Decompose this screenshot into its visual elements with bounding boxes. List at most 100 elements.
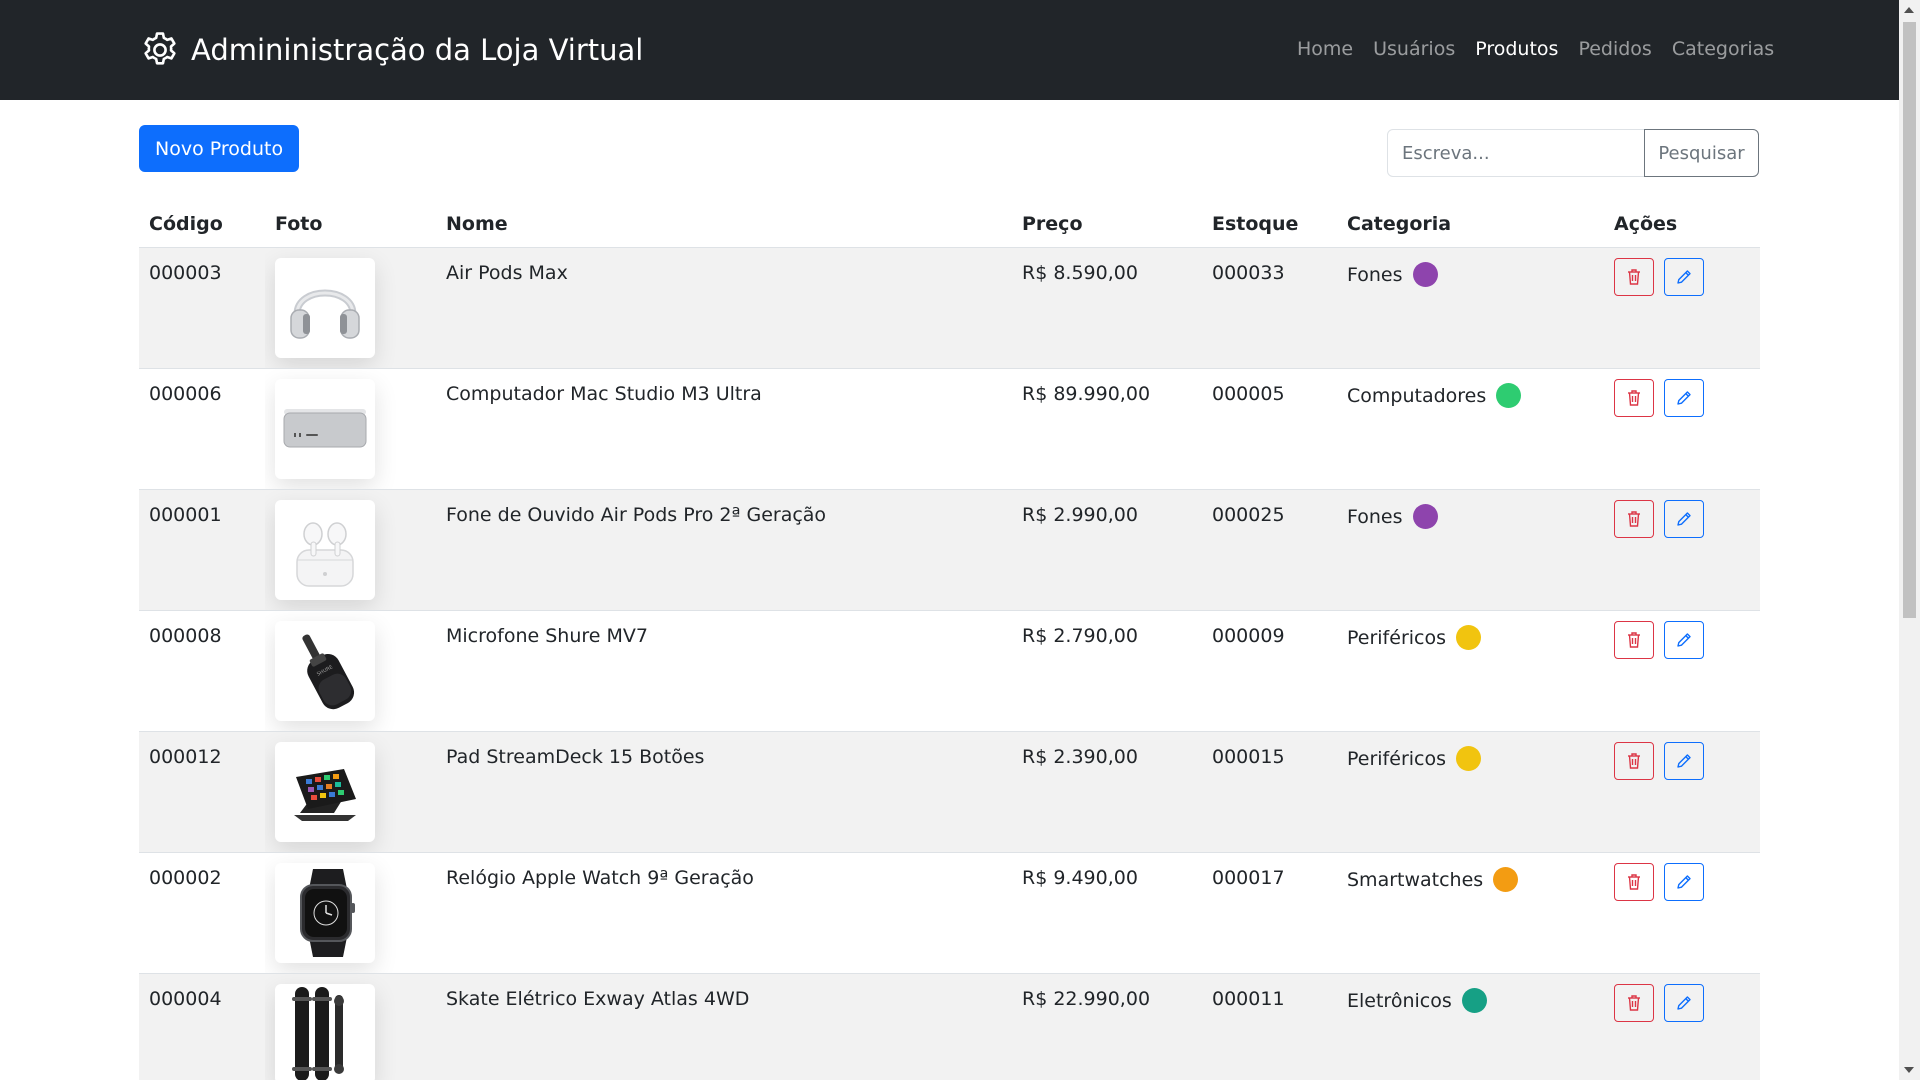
category-color-dot	[1456, 625, 1481, 650]
product-price: R$ 9.490,00	[1022, 867, 1138, 889]
header-foto: Foto	[275, 213, 323, 235]
product-code: 000002	[149, 867, 222, 889]
product-name: Fone de Ouvido Air Pods Pro 2ª Geração	[446, 504, 827, 526]
delete-button[interactable]	[1614, 379, 1654, 417]
product-stock: 000009	[1212, 625, 1285, 647]
product-code: 000004	[149, 988, 222, 1010]
edit-button[interactable]	[1664, 379, 1704, 417]
delete-button[interactable]	[1614, 258, 1654, 296]
search-button[interactable]: Pesquisar	[1644, 129, 1759, 177]
product-code: 000003	[149, 262, 222, 284]
new-product-button[interactable]: Novo Produto	[139, 125, 300, 172]
product-actions-cell	[1604, 611, 1760, 731]
category-color-dot	[1496, 383, 1522, 408]
scroll-up-arrow-icon[interactable]	[1904, 7, 1914, 13]
row-actions	[1614, 611, 1760, 659]
page-scrollbar[interactable]	[1899, 0, 1920, 1080]
table-row: 000003 Air Pods Max R$ 8.590,00 000033 Fones	[139, 248, 1760, 369]
product-actions-cell	[1604, 732, 1760, 852]
nav-link-produtos[interactable]: Produtos	[1475, 38, 1558, 60]
product-category: Fones	[1347, 263, 1403, 286]
trash-icon	[1628, 753, 1640, 769]
category-wrapper: Smartwatches	[1347, 867, 1604, 892]
product-actions-cell	[1604, 974, 1760, 1080]
pencil-icon	[1677, 875, 1691, 889]
smartwatch-image	[300, 869, 355, 957]
search-input[interactable]	[1387, 129, 1645, 177]
product-code: 000001	[149, 504, 222, 526]
product-stock: 000011	[1212, 988, 1285, 1010]
edit-button[interactable]	[1664, 742, 1704, 780]
category-wrapper: Eletrônicos	[1347, 988, 1604, 1013]
product-thumbnail	[275, 258, 375, 358]
delete-button[interactable]	[1614, 984, 1654, 1022]
edit-button[interactable]	[1664, 621, 1704, 659]
scroll-down-arrow-icon[interactable]	[1904, 1067, 1914, 1073]
product-actions-cell	[1604, 248, 1760, 368]
product-thumbnail	[275, 984, 375, 1080]
table-row: 000006 Computador Mac Studio M3 Ultra R$ 8…	[139, 369, 1760, 490]
product-price: R$ 8.590,00	[1022, 262, 1138, 284]
product-photo-cell	[265, 974, 436, 1080]
category-color-dot	[1412, 504, 1438, 529]
row-actions	[1614, 974, 1760, 1022]
category-color-dot	[1412, 262, 1438, 287]
microphone-image: SHURE	[302, 634, 355, 710]
product-stock: 000033	[1212, 262, 1285, 284]
product-name: Skate Elétrico Exway Atlas 4WD	[446, 988, 750, 1010]
product-stock: 000015	[1212, 746, 1285, 768]
product-price: R$ 89.990,00	[1022, 383, 1151, 405]
table-row: 000008 SHURE Microfone Shure MV7 R$ 2.790,0…	[139, 611, 1760, 732]
product-stock: 000025	[1212, 504, 1285, 526]
delete-button[interactable]	[1614, 863, 1654, 901]
edit-button[interactable]	[1664, 258, 1704, 296]
delete-button[interactable]	[1614, 742, 1654, 780]
product-thumbnail: SHURE	[275, 621, 375, 721]
brand-title: Admininistração da Loja Virtual	[191, 33, 644, 67]
skateboard-image	[292, 987, 344, 1080]
delete-button[interactable]	[1614, 500, 1654, 538]
navbar: Admininistração da Loja Virtual Home Usu…	[0, 0, 1899, 100]
table-row: 000001 Fone de Ouvido Air Pods Pro 2ª Ger…	[139, 490, 1760, 611]
category-color-dot	[1493, 867, 1519, 892]
brand[interactable]: Admininistração da Loja Virtual	[139, 29, 643, 71]
product-price: R$ 2.990,00	[1022, 504, 1138, 526]
headphones-image	[290, 289, 360, 339]
row-actions	[1614, 853, 1760, 901]
product-price: R$ 2.790,00	[1022, 625, 1138, 647]
nav-link-pedidos[interactable]: Pedidos	[1578, 38, 1651, 60]
row-actions	[1614, 490, 1760, 538]
airpods-pro-image	[296, 522, 354, 587]
product-actions-cell	[1604, 369, 1760, 489]
trash-icon	[1628, 995, 1640, 1011]
scroll-thumb[interactable]	[1903, 22, 1916, 618]
product-code: 000006	[149, 383, 222, 405]
nav-link-categorias[interactable]: Categorias	[1672, 38, 1774, 60]
product-category-cell: Periféricos	[1337, 732, 1604, 852]
header-acoes: Ações	[1614, 213, 1678, 235]
product-category: Computadores	[1347, 384, 1487, 407]
header-preco: Preço	[1022, 213, 1083, 235]
product-category-cell: Smartwatches	[1337, 853, 1604, 973]
product-actions-cell	[1604, 853, 1760, 973]
nav-link-usuarios[interactable]: Usuários	[1373, 38, 1455, 60]
product-price: R$ 22.990,00	[1022, 988, 1151, 1010]
header-nome: Nome	[446, 213, 508, 235]
product-category-cell: Fones	[1337, 248, 1604, 368]
edit-button[interactable]	[1664, 863, 1704, 901]
product-category: Eletrônicos	[1347, 989, 1452, 1012]
mac-studio-image	[283, 409, 367, 448]
product-name: Relógio Apple Watch 9ª Geração	[446, 867, 754, 889]
product-name: Computador Mac Studio M3 Ultra	[446, 383, 762, 405]
edit-button[interactable]	[1664, 500, 1704, 538]
nav-links: Home Usuários Produtos Pedidos Categoria…	[1297, 38, 1774, 60]
product-category-cell: Periféricos	[1337, 611, 1604, 731]
edit-button[interactable]	[1664, 984, 1704, 1022]
table-row: 000004 Skate Elétrico Exway Atlas 4WD R$ 2…	[139, 974, 1760, 1080]
product-photo-cell	[265, 248, 436, 368]
product-photo-cell	[265, 732, 436, 852]
product-thumbnail	[275, 863, 375, 963]
delete-button[interactable]	[1614, 621, 1654, 659]
category-color-dot	[1461, 988, 1487, 1013]
nav-link-home[interactable]: Home	[1297, 38, 1353, 60]
